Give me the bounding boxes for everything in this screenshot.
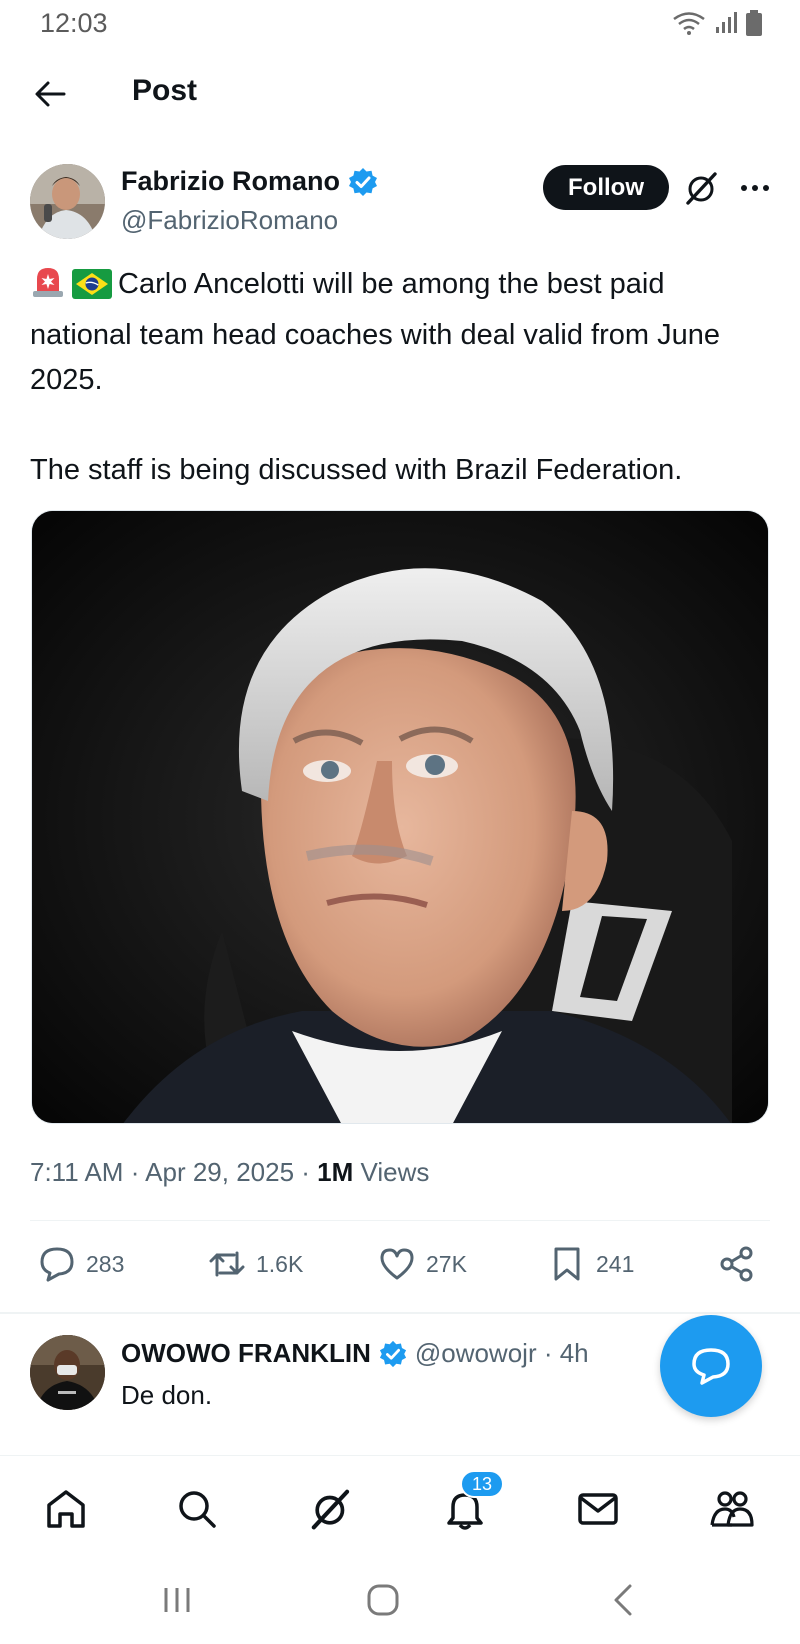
communities-icon <box>710 1491 754 1527</box>
more-horizontal-icon <box>741 185 769 191</box>
portrait-photo <box>32 511 768 1123</box>
back-system-button[interactable] <box>598 1578 648 1622</box>
reply-count: 283 <box>86 1250 125 1277</box>
bookmark-button[interactable]: 241 <box>548 1245 634 1283</box>
repost-count: 1.6K <box>256 1250 304 1277</box>
home-circle-icon <box>367 1584 399 1616</box>
grok-button[interactable] <box>682 168 722 208</box>
tweet-date: Apr 29, 2025 <box>145 1157 295 1187</box>
views-count: 1M <box>317 1157 354 1187</box>
status-time: 12:03 <box>40 8 108 38</box>
chat-bubble-icon <box>692 1348 730 1385</box>
verified-badge-icon <box>349 167 378 196</box>
share-icon <box>720 1246 753 1282</box>
author-avatar[interactable] <box>30 164 105 239</box>
reply-button[interactable]: 283 <box>38 1245 124 1283</box>
divider <box>30 1220 770 1221</box>
siren-emoji <box>30 263 66 313</box>
section-separator <box>0 1312 800 1314</box>
bookmark-icon <box>554 1247 580 1281</box>
nav-search[interactable] <box>172 1484 222 1534</box>
reply-handle: @owowojr · 4h <box>414 1338 589 1368</box>
reply-text: De don. <box>121 1380 213 1410</box>
bookmark-count: 241 <box>596 1250 635 1277</box>
reply-avatar[interactable] <box>30 1335 105 1410</box>
compose-reply-button[interactable] <box>660 1315 762 1417</box>
tweet-meta: 7:11 AM · Apr 29, 2025 · 1M Views <box>30 1157 430 1187</box>
repost-button[interactable]: 1.6K <box>208 1245 303 1283</box>
status-icons <box>672 10 762 36</box>
nav-messages[interactable] <box>573 1484 623 1534</box>
search-icon <box>179 1491 216 1528</box>
notifications-badge: 13 <box>460 1470 504 1498</box>
back-button[interactable] <box>30 74 70 114</box>
battery-icon <box>746 10 762 36</box>
more-options-button[interactable] <box>735 168 775 208</box>
heart-icon <box>380 1248 414 1280</box>
tweet-text: Carlo Ancelotti will be among the best p… <box>30 262 770 493</box>
bottom-nav: 13 <box>0 1455 800 1555</box>
system-nav-bar <box>0 1556 800 1644</box>
avatar-image <box>30 164 105 239</box>
status-bar: 12:03 <box>0 0 800 50</box>
verified-badge-icon <box>379 1340 406 1367</box>
recent-apps-button[interactable] <box>152 1578 202 1622</box>
page-title: Post <box>132 74 198 107</box>
nav-communities[interactable] <box>707 1484 757 1534</box>
arrow-left-icon <box>35 81 66 107</box>
tweet-time: 7:11 AM <box>30 1157 124 1187</box>
brazil-flag-emoji <box>72 268 112 313</box>
reply-avatar-image <box>30 1335 105 1410</box>
grok-icon <box>686 172 717 205</box>
views-label: Views <box>360 1157 430 1187</box>
chevron-left-icon <box>614 1584 632 1616</box>
grok-icon <box>311 1489 350 1530</box>
tweet-actions: 283 1.6K 27K 241 <box>0 1245 800 1295</box>
home-icon <box>47 1490 85 1528</box>
wifi-icon <box>673 12 705 35</box>
signal-icon <box>716 12 737 33</box>
reply-author-name: OWOWO FRANKLIN <box>121 1338 371 1368</box>
tweet-paragraph-1: Carlo Ancelotti will be among the best p… <box>30 262 770 403</box>
messages-icon <box>578 1493 618 1525</box>
like-count: 27K <box>426 1250 467 1277</box>
tweet-image[interactable] <box>31 510 769 1124</box>
author-name-text: Fabrizio Romano <box>121 166 341 196</box>
reply-author[interactable]: OWOWO FRANKLIN @owowojr · 4h <box>121 1338 589 1369</box>
author-name[interactable]: Fabrizio Romano <box>121 166 378 197</box>
repost-icon <box>209 1251 245 1277</box>
follow-button[interactable]: Follow <box>543 165 669 210</box>
reply-icon <box>40 1247 74 1282</box>
author-handle[interactable]: @FabrizioRomano <box>121 205 338 236</box>
recent-apps-icon <box>164 1588 190 1612</box>
tweet-line-1: Carlo Ancelotti will be among the best p… <box>30 268 720 396</box>
header: Post <box>0 60 800 130</box>
share-button[interactable] <box>718 1245 756 1283</box>
nav-grok[interactable] <box>306 1484 356 1534</box>
nav-notifications[interactable]: 13 <box>440 1470 504 1534</box>
like-button[interactable]: 27K <box>378 1245 467 1283</box>
tweet-paragraph-2: The staff is being discussed with Brazil… <box>30 454 683 486</box>
home-system-button[interactable] <box>358 1578 408 1622</box>
nav-home[interactable] <box>41 1484 91 1534</box>
